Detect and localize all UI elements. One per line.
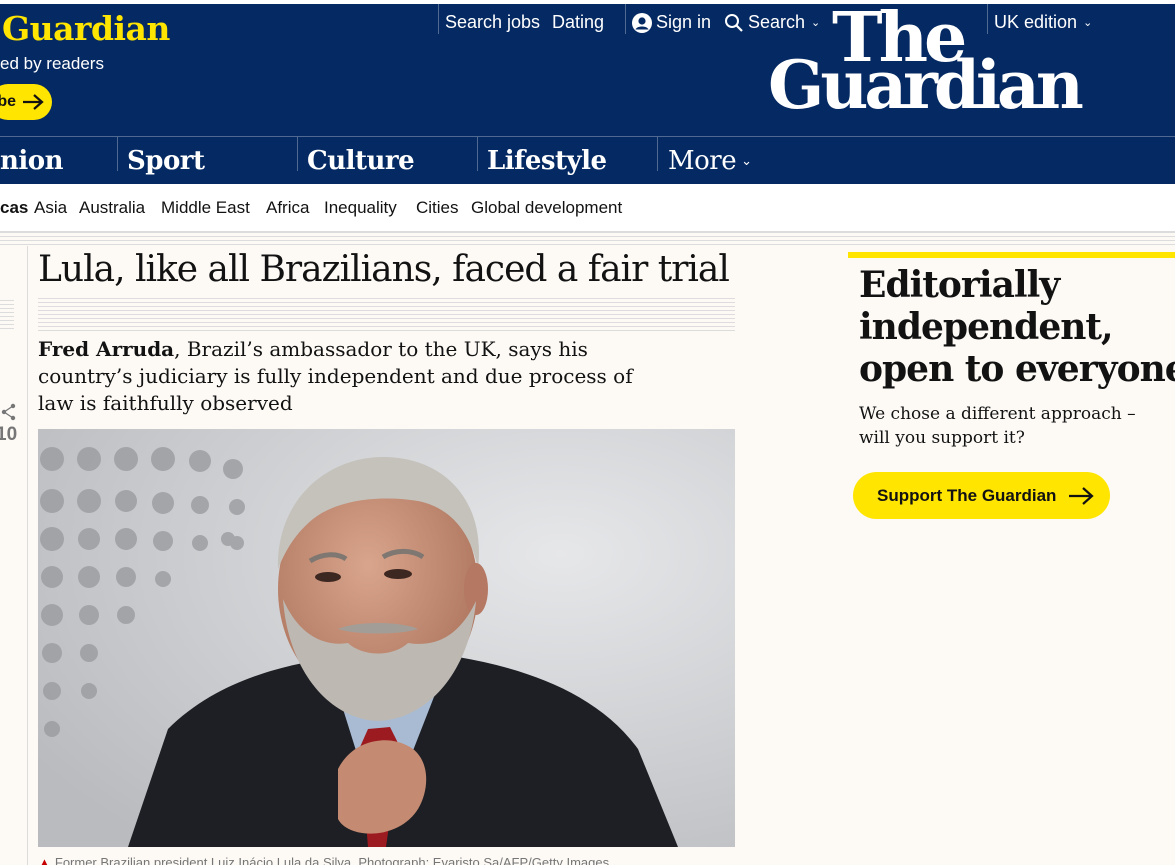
divider (657, 137, 658, 171)
divider (117, 137, 118, 171)
support-panel-title: Editorially independent, open to everyon… (859, 264, 1175, 390)
share-icon[interactable] (1, 402, 17, 422)
section-rules (0, 232, 1175, 246)
subnav-item-asia[interactable]: Asia (34, 198, 67, 218)
support-header-button-label: be (0, 93, 16, 110)
support-panel-body: We chose a different approach – will you… (859, 404, 1136, 448)
article-standfirst: Fred Arruda, Brazil’s ambassador to the … (38, 336, 658, 417)
subnav-item-australia[interactable]: Australia (79, 198, 145, 218)
sign-in-link[interactable]: Sign in (632, 12, 711, 33)
subnav-item-middle-east[interactable]: Middle East (161, 198, 250, 218)
left-rail-rules (0, 300, 14, 330)
hero-image (38, 429, 735, 847)
subnav-item-cities[interactable]: Cities (416, 198, 459, 218)
subnav-item-inequality[interactable]: Inequality (324, 198, 397, 218)
guardian-logo[interactable]: The Guardian (768, 4, 1108, 124)
support-panel-bar (848, 252, 1175, 258)
support-panel-title-line-1: Editorially (859, 264, 1060, 306)
headline-rules (38, 298, 735, 332)
sign-in-label: Sign in (656, 12, 712, 32)
share-count: 10 (0, 424, 18, 445)
divider (477, 137, 478, 171)
support-guardian-title: Guardian (2, 9, 170, 48)
pillar-opinion[interactable]: nion (0, 137, 64, 184)
left-rail-divider (27, 246, 28, 865)
pillar-more-label: More (668, 145, 737, 176)
support-button-label: Support The Guardian (877, 485, 1057, 505)
chevron-down-icon: ⌄ (741, 152, 752, 168)
dating-link[interactable]: Dating (552, 12, 604, 33)
support-panel-title-line-2: independent, (859, 306, 1114, 348)
logo-line-2: Guardian (768, 46, 1084, 124)
pillar-lifestyle[interactable]: Lifestyle (487, 137, 607, 184)
image-caption: ▲ Former Brazilian president Luiz Inácio … (38, 855, 609, 865)
pillar-sport[interactable]: Sport (127, 137, 205, 184)
caption-triangle-icon: ▲ (38, 855, 51, 865)
support-header-button[interactable]: be (0, 84, 52, 120)
site-header: Guardian ed by readers be Search jobs Da… (0, 0, 1175, 184)
portrait-illustration (38, 429, 735, 847)
subnav-item-africa[interactable]: Africa (266, 198, 309, 218)
support-the-guardian-button[interactable]: Support The Guardian (853, 472, 1110, 519)
article-headline: Lula, like all Brazilians, faced a fair … (38, 249, 730, 290)
search-icon (725, 13, 743, 32)
image-caption-text: Former Brazilian president Luiz Inácio L… (54, 855, 610, 865)
search-jobs-link[interactable]: Search jobs (445, 12, 540, 33)
author-link[interactable]: Fred Arruda (38, 337, 174, 361)
divider (297, 137, 298, 171)
subnav-item-global-development[interactable]: Global development (471, 198, 622, 218)
arrow-right-icon (1069, 486, 1095, 505)
support-guardian-subtitle: ed by readers (0, 54, 104, 73)
subnav-item-americas[interactable]: cas (0, 198, 28, 218)
divider (625, 4, 626, 34)
divider (438, 4, 439, 34)
arrow-right-icon (23, 94, 44, 110)
user-icon (632, 12, 652, 33)
support-panel-title-line-3: open to everyone (859, 348, 1175, 390)
pillar-culture[interactable]: Culture (307, 137, 415, 184)
pillar-more[interactable]: More ⌄ (668, 137, 752, 184)
sub-navigation: cas Asia Australia Middle East Africa In… (0, 184, 1175, 232)
